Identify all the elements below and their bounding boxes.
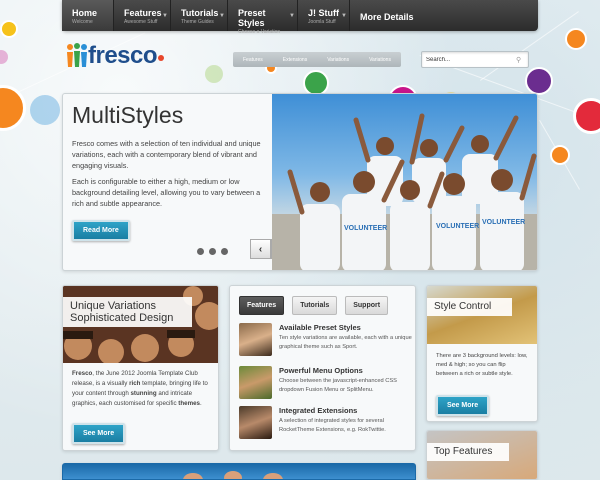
chevron-down-icon: ▼ (289, 13, 295, 19)
bold-text: stunning (130, 390, 157, 397)
bold-text: Fresco (72, 370, 93, 377)
feature-thumbnail (239, 366, 272, 399)
sub-menu: Features Extensions Variations Variation… (233, 52, 401, 67)
nav-features-label: Features (124, 8, 162, 18)
feature-thumbnail (239, 406, 272, 439)
shirt-print: VOLUNTEER (344, 225, 387, 232)
panel-title: Top Features (434, 446, 493, 457)
logo-dot (158, 55, 165, 61)
hero-paragraph: Fresco comes with a selection of ten ind… (72, 139, 261, 170)
feature-desc: A selection of integrated styles for sev… (279, 418, 386, 433)
submenu-item[interactable]: Variations (369, 57, 391, 63)
feature-thumbnail (239, 323, 272, 356)
panel-text: There are 3 background levels: low, med … (436, 353, 528, 377)
nav-item-j-stuff[interactable]: J! Stuff Joomla Stuff ▼ (298, 0, 350, 31)
submenu-item[interactable]: Extensions (283, 57, 307, 63)
feature-title[interactable]: Integrated Extensions (279, 406, 357, 415)
slide-dot[interactable] (197, 248, 204, 255)
hero-paragraph: Each is configurable to either a high, m… (72, 177, 261, 208)
feature-title[interactable]: Powerful Menu Options (279, 366, 363, 375)
nav-jstuff-label: J! Stuff (308, 8, 339, 18)
slide-pager (197, 248, 228, 255)
panel-title: Style Control (434, 301, 492, 312)
search-input[interactable] (426, 56, 516, 63)
feature-desc: Ten style variations are available, each… (279, 335, 412, 350)
chevron-down-icon: ▼ (341, 13, 347, 19)
feature-desc: Choose between the javascript-enhanced C… (279, 378, 397, 393)
nav-home-label: Home (72, 8, 98, 18)
slide-dot[interactable] (209, 248, 216, 255)
hero-text: MultiStyles Fresco comes with a selectio… (72, 102, 272, 214)
tabs-panel: Features Tutorials Support Available Pre… (229, 285, 416, 451)
nav-item-more-details[interactable]: More Details (350, 0, 422, 31)
style-control-panel: Style Control There are 3 background lev… (426, 285, 538, 422)
nav-more-label: More Details (360, 12, 414, 22)
tab-features[interactable]: Features (239, 296, 285, 315)
top-features-panel: Top Features (426, 430, 538, 480)
text-fragment: . (199, 400, 202, 407)
top-features-photo: Top Features (427, 431, 537, 479)
search-box: ⚲ (421, 51, 529, 68)
read-more-button[interactable]: Read More (72, 220, 130, 241)
group-photo: Unique Variations Sophisticated Design (63, 286, 218, 363)
panel-title: Unique Variations (70, 300, 157, 312)
submenu-item[interactable]: Variations (327, 57, 349, 63)
tab-tutorials[interactable]: Tutorials (292, 296, 338, 315)
nav-preset-sub: Choose a Variation (238, 29, 281, 35)
site-logo[interactable]: fresco (66, 42, 165, 70)
feature-title[interactable]: Available Preset Styles (279, 323, 361, 332)
shirt-print: VOLUNTEER (436, 223, 479, 230)
banner-image (183, 471, 283, 479)
bottom-banner (62, 463, 416, 480)
people-logo-icon (66, 43, 87, 69)
nav-item-tutorials[interactable]: Tutorials Theme Guides ▼ (171, 0, 228, 31)
chevron-down-icon: ▼ (162, 13, 168, 19)
unique-variations-panel: Unique Variations Sophisticated Design F… (62, 285, 219, 451)
nav-tutorials-sub: Theme Guides (181, 19, 214, 25)
panel-text: Fresco, the June 2012 Joomla Template Cl… (63, 363, 218, 409)
caption-box: Style Control (427, 298, 512, 316)
logo-text: fresco (88, 42, 158, 69)
nav-tutorials-label: Tutorials (181, 8, 219, 18)
nav-jstuff-sub: Joomla Stuff (308, 19, 336, 25)
caption-box: Unique Variations Sophisticated Design (63, 297, 192, 327)
tab-bar: Features Tutorials Support (239, 296, 389, 315)
caption-box: Top Features (427, 443, 509, 461)
nav-item-features[interactable]: Features Awesome Stuff ▼ (114, 0, 171, 31)
tab-support[interactable]: Support (345, 296, 389, 315)
slide-dot[interactable] (221, 248, 228, 255)
nav-preset-label: Preset Styles (238, 8, 266, 28)
nav-item-home[interactable]: Home Welcome (62, 0, 114, 31)
nav-features-sub: Awesome Stuff (124, 19, 158, 25)
prev-slide-button[interactable]: ‹ (250, 239, 271, 259)
panel-subtitle: Sophisticated Design (70, 312, 174, 324)
nav-home-sub: Welcome (72, 19, 93, 25)
main-nav: Home Welcome Features Awesome Stuff ▼ Tu… (62, 0, 538, 35)
hero-slideshow: MultiStyles Fresco comes with a selectio… (62, 93, 538, 271)
see-more-button[interactable]: See More (436, 395, 490, 416)
chevron-down-icon: ▼ (219, 13, 225, 19)
submenu-item[interactable]: Features (243, 57, 263, 63)
shirt-print: VOLUNTEER (482, 219, 525, 226)
bold-text: themes (178, 400, 200, 407)
style-photo: Style Control (427, 286, 537, 344)
nav-item-preset-styles[interactable]: Preset Styles Choose a Variation ▼ (228, 0, 298, 35)
bold-text: rich (129, 380, 141, 387)
search-icon[interactable]: ⚲ (516, 56, 521, 64)
see-more-button[interactable]: See More (72, 423, 126, 444)
hero-image: VOLUNTEER VOLUNTEER VOLUNTEER (272, 94, 537, 270)
hero-title: MultiStyles (72, 102, 184, 128)
